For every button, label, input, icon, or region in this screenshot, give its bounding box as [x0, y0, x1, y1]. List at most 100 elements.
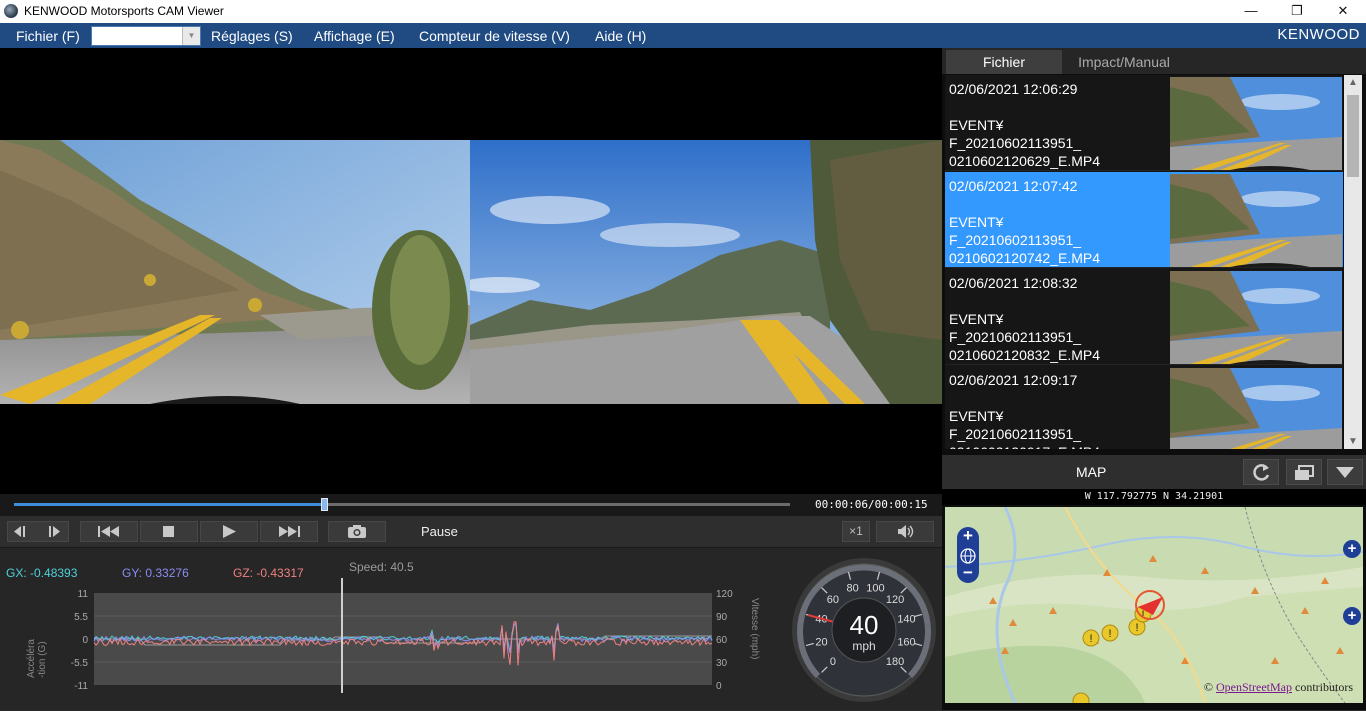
- play-button[interactable]: [200, 521, 258, 542]
- gauge-tick-label: 80: [846, 582, 858, 594]
- title-bar: KENWOOD Motorsports CAM Viewer — ❐ ✕: [0, 0, 1366, 23]
- left-tick-label: -11: [74, 681, 88, 692]
- next-file-button[interactable]: [260, 521, 318, 542]
- file-name1: F_20210602113951_: [949, 232, 1082, 248]
- file-name2: 0210602120917_E.MP4: [949, 443, 1100, 449]
- add-marker-icon[interactable]: +: [1343, 540, 1361, 558]
- refresh-icon: [1253, 464, 1270, 481]
- seek-row: 00:00:06/00:00:15: [0, 494, 942, 516]
- right-tick-label: 60: [716, 635, 728, 646]
- play-icon: [223, 525, 236, 538]
- playback-controls: Pause ×1: [0, 516, 942, 547]
- popout-map-button[interactable]: [1286, 459, 1322, 485]
- gauge-tick-label: 0: [830, 656, 836, 668]
- right-tick-label: 30: [716, 658, 728, 669]
- menu-bar: Fichier (F) Réglages (S) Affichage (E) C…: [0, 23, 1366, 66]
- timecode: 00:00:06/00:00:15: [815, 498, 928, 511]
- triangle-down-icon: [1336, 467, 1354, 478]
- tab-impact-manual[interactable]: Impact/Manual: [1062, 50, 1186, 74]
- skip-back-icon: [98, 526, 119, 537]
- file-spacer: [949, 292, 1100, 310]
- previous-file-button[interactable]: [80, 521, 138, 542]
- chevron-down-icon[interactable]: ▼: [182, 27, 200, 45]
- chevron-down-icon[interactable]: ▼: [1344, 436, 1362, 447]
- right-pane: Fichier Impact/Manual 02/06/2021 12:06:2…: [942, 48, 1366, 710]
- playback-speed-button[interactable]: ×1: [842, 521, 870, 542]
- map-tiles: ! ! ! !: [945, 507, 1363, 703]
- menu-settings[interactable]: Réglages (S): [211, 28, 293, 44]
- menu-speedometer[interactable]: Compteur de vitesse (V): [419, 28, 570, 44]
- volume-button[interactable]: [876, 521, 934, 542]
- refresh-map-button[interactable]: [1243, 459, 1279, 485]
- menu-display[interactable]: Affichage (E): [314, 28, 395, 44]
- file-list-item[interactable]: 02/06/2021 12:09:17 EVENT¥ F_202106021139…: [945, 366, 1343, 449]
- seek-handle[interactable]: [321, 498, 329, 511]
- frame-step-button[interactable]: [7, 521, 69, 542]
- minimize-button[interactable]: —: [1228, 0, 1274, 23]
- acceleration-graph[interactable]: 11 5.5 0 -5.5 -11 120 90 60 30 0 Accélér…: [0, 578, 780, 711]
- left-axis-label: Accéléra: [26, 639, 37, 678]
- chevron-up-icon[interactable]: ▲: [1344, 77, 1362, 88]
- speaker-icon: [898, 525, 914, 538]
- map-coordinates: W 117.792775 N 34.21901: [942, 489, 1366, 505]
- file-name1: F_20210602113951_: [949, 329, 1082, 345]
- file-folder: EVENT¥: [949, 408, 1004, 424]
- left-axis-label: -tion (G): [37, 641, 48, 678]
- add-marker-icon[interactable]: +: [1343, 607, 1361, 625]
- file-spacer: [949, 98, 1100, 116]
- file-list-item[interactable]: 02/06/2021 12:07:42 EVENT¥ F_202106021139…: [945, 172, 1343, 268]
- svg-text:!: !: [1089, 633, 1092, 645]
- gauge-tick-label: 180: [886, 656, 904, 668]
- file-list-item-text: 02/06/2021 12:08:32 EVENT¥ F_202106021139…: [949, 274, 1100, 364]
- snapshot-button[interactable]: [328, 521, 386, 542]
- file-name1: F_20210602113951_: [949, 426, 1082, 442]
- telemetry-panel: GX: -0.48393 GY: 0.33276 GZ: -0.43317 Sp…: [0, 547, 942, 710]
- window-icon: [1295, 465, 1314, 480]
- speed-readout: Speed: 40.5: [349, 560, 414, 574]
- file-thumbnail: [1170, 174, 1342, 267]
- file-folder: EVENT¥: [949, 214, 1004, 230]
- file-list-item[interactable]: 02/06/2021 12:06:29 EVENT¥ F_202106021139…: [945, 75, 1343, 171]
- map-attribution: © OpenStreetMap contributors: [1204, 680, 1353, 695]
- file-combo[interactable]: ▼: [91, 26, 201, 46]
- right-axis-label: Vitesse (mph): [749, 598, 760, 660]
- brand-logo: KENWOOD: [1277, 26, 1360, 43]
- file-name2: 0210602120629_E.MP4: [949, 153, 1101, 169]
- openstreetmap-link[interactable]: OpenStreetMap: [1216, 680, 1292, 694]
- zoom-in-button[interactable]: +: [957, 527, 979, 545]
- file-list-item-text: 02/06/2021 12:07:42 EVENT¥ F_202106021139…: [949, 177, 1100, 267]
- menu-help[interactable]: Aide (H): [595, 28, 646, 44]
- scrollbar-thumb[interactable]: [1347, 95, 1359, 177]
- zoom-out-button[interactable]: −: [957, 564, 979, 583]
- seek-progress: [14, 503, 325, 506]
- seek-bar[interactable]: [14, 498, 790, 511]
- frame-step-icon: [14, 526, 60, 537]
- video-viewport[interactable]: [0, 48, 942, 494]
- stop-button[interactable]: [140, 521, 198, 542]
- file-list-item[interactable]: 02/06/2021 12:08:32 EVENT¥ F_202106021139…: [945, 269, 1343, 365]
- app-icon: [4, 4, 18, 18]
- map-view[interactable]: ! ! ! ! + − + + © OpenStreetMap contribu…: [945, 507, 1363, 703]
- file-thumbnail: [1170, 271, 1342, 364]
- left-tick-label: 11: [78, 589, 89, 600]
- file-list: 02/06/2021 12:06:29 EVENT¥ F_202106021139…: [945, 75, 1343, 449]
- file-list-scrollbar[interactable]: ▲ ▼: [1344, 75, 1362, 449]
- svg-text:!: !: [1141, 609, 1144, 621]
- file-name1: F_20210602113951_: [949, 135, 1082, 151]
- tab-file[interactable]: Fichier: [946, 50, 1062, 74]
- speedometer-gauge: 020406080100120140160180 40 mph: [792, 558, 936, 702]
- collapse-map-button[interactable]: [1327, 459, 1363, 485]
- menu-file[interactable]: Fichier (F): [16, 28, 80, 44]
- file-date: 02/06/2021 12:06:29: [949, 81, 1078, 97]
- file-list-item-text: 02/06/2021 12:09:17 EVENT¥ F_202106021139…: [949, 371, 1100, 449]
- maximize-button[interactable]: ❐: [1274, 0, 1320, 23]
- left-tick-label: 0: [82, 635, 88, 646]
- playback-state: Pause: [421, 524, 458, 539]
- tab-bar: Fichier Impact/Manual: [942, 48, 1366, 74]
- close-button[interactable]: ✕: [1320, 0, 1366, 23]
- file-thumbnail: [1170, 77, 1342, 170]
- gauge-tick-label: 20: [815, 636, 827, 648]
- file-folder: EVENT¥: [949, 117, 1004, 133]
- file-name2: 0210602120742_E.MP4: [949, 250, 1101, 266]
- front-camera-frame: [0, 140, 470, 404]
